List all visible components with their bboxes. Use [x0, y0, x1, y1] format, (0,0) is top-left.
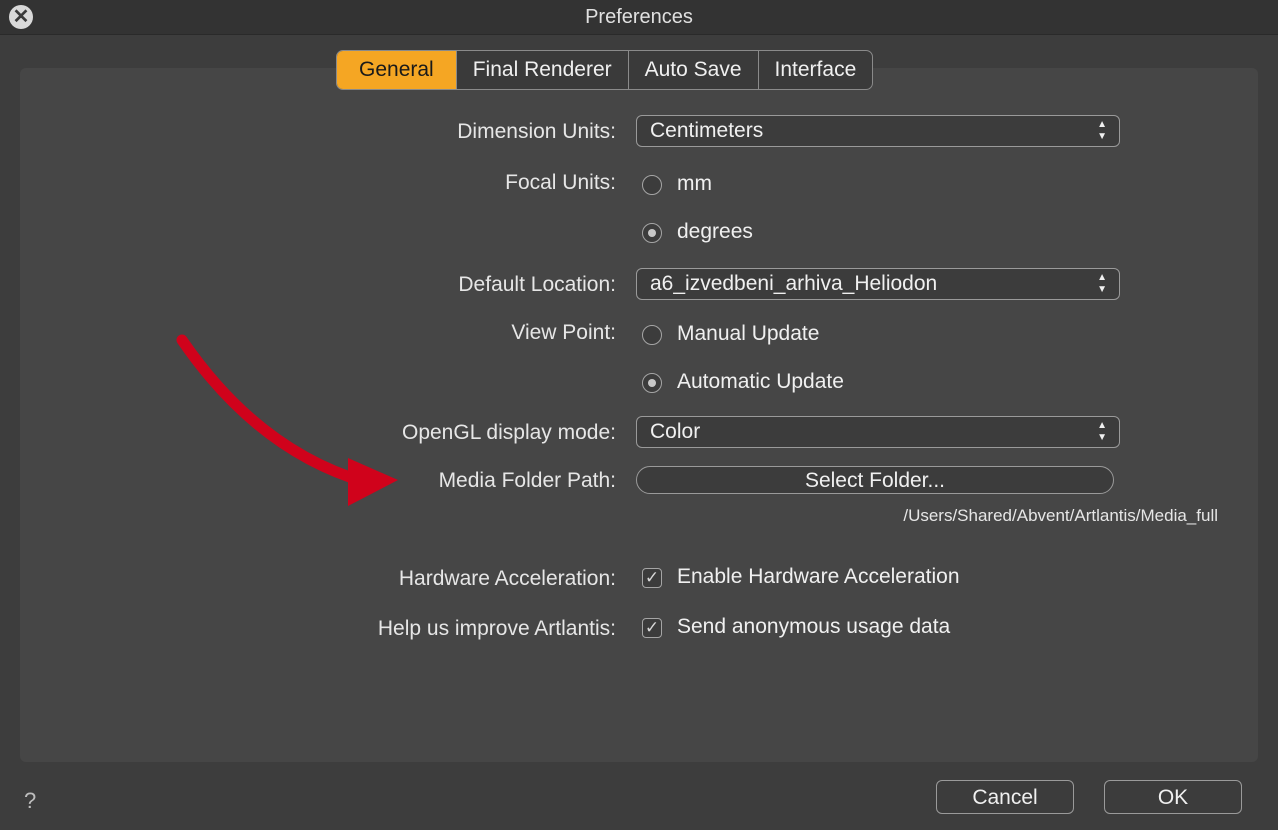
checkbox-checked-icon[interactable]: ✓: [642, 568, 662, 588]
media-folder-path: /Users/Shared/Abvent/Artlantis/Media_ful…: [903, 506, 1218, 525]
media-folder-label: Media Folder Path:: [438, 469, 616, 492]
cancel-button[interactable]: Cancel: [936, 780, 1074, 814]
radio-button[interactable]: [642, 325, 662, 345]
tab-general[interactable]: General: [337, 51, 456, 89]
dimension-units-value: Centimeters: [650, 119, 764, 142]
tab-interface[interactable]: Interface: [757, 51, 873, 89]
radio-button[interactable]: [642, 373, 662, 393]
default-location-label: Default Location:: [458, 273, 616, 296]
focal-units-label: Focal Units:: [505, 171, 616, 194]
dimension-units-label: Dimension Units:: [457, 120, 616, 143]
dimension-units-select[interactable]: Centimeters ▲ ▼: [636, 115, 1120, 147]
stepper-arrows-icon: ▲ ▼: [1097, 119, 1107, 142]
improve-label: Help us improve Artlantis:: [377, 617, 616, 640]
annotation-arrow-icon: [176, 334, 398, 506]
tab-bar: General Final Renderer Auto Save Interfa…: [336, 50, 874, 90]
ok-button[interactable]: OK: [1104, 780, 1242, 814]
window-title: Preferences: [585, 6, 693, 28]
default-location-select[interactable]: a6_izvedbeni_arhiva_Heliodon ▲ ▼: [636, 268, 1120, 300]
opengl-mode-label: OpenGL display mode:: [401, 421, 616, 444]
radio-label: mm: [677, 172, 712, 195]
radio-label: Manual Update: [677, 322, 820, 345]
default-location-value: a6_izvedbeni_arhiva_Heliodon: [650, 272, 938, 295]
opengl-mode-value: Color: [650, 420, 701, 443]
tab-auto-save[interactable]: Auto Save: [627, 51, 758, 89]
select-folder-button[interactable]: Select Folder...: [636, 466, 1114, 494]
tab-final-renderer[interactable]: Final Renderer: [455, 51, 628, 89]
help-icon[interactable]: ?: [24, 788, 36, 814]
radio-label: Automatic Update: [677, 370, 844, 393]
checkbox-label: Send anonymous usage data: [677, 615, 951, 638]
stepper-arrows-icon: ▲ ▼: [1097, 420, 1107, 443]
view-point-label: View Point:: [511, 321, 616, 344]
opengl-mode-select[interactable]: Color ▲ ▼: [636, 416, 1120, 448]
checkbox-checked-icon[interactable]: ✓: [642, 618, 662, 638]
stepper-arrows-icon: ▲ ▼: [1097, 272, 1107, 295]
title-bar: ✕ Preferences: [0, 0, 1278, 35]
radio-label: degrees: [677, 220, 753, 243]
checkbox-label: Enable Hardware Acceleration: [677, 565, 960, 588]
radio-button[interactable]: [642, 223, 662, 243]
hardware-acceleration-label: Hardware Acceleration:: [398, 567, 616, 590]
radio-button[interactable]: [642, 175, 662, 195]
